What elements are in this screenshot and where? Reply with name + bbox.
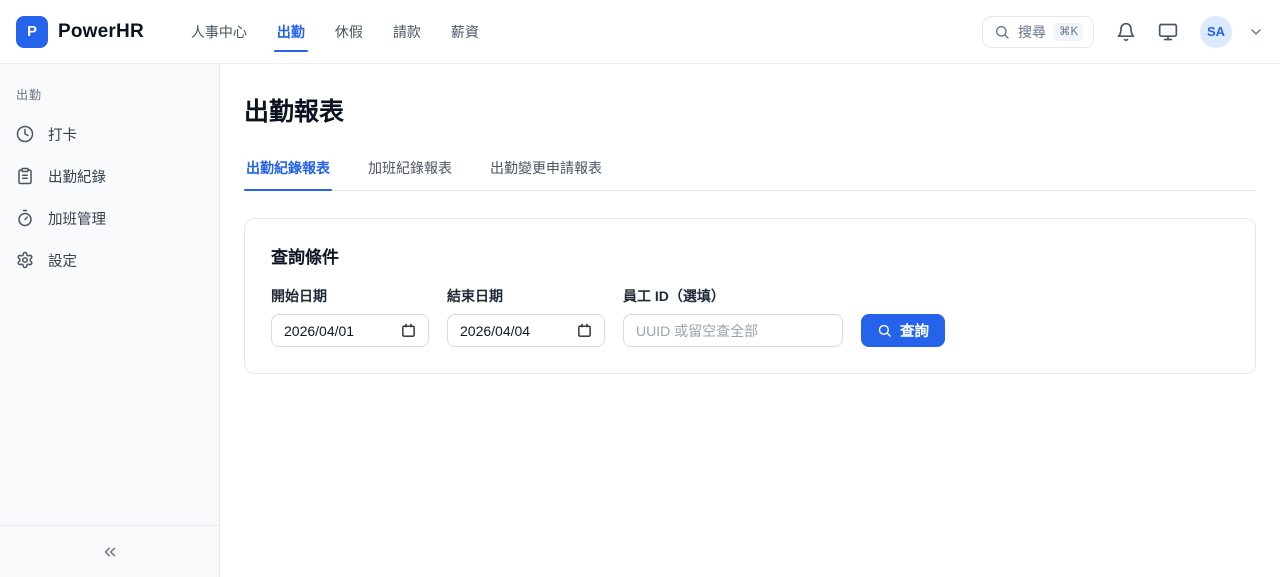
nav-item-payroll[interactable]: 薪資 xyxy=(450,16,480,48)
chevrons-left-icon xyxy=(101,543,119,561)
user-avatar[interactable]: SA xyxy=(1200,16,1232,48)
start-date-label: 開始日期 xyxy=(271,286,429,306)
sidebar: 出勤 打卡 出勤紀錄 加班管理 xyxy=(0,64,220,577)
sidebar-item-overtime[interactable]: 加班管理 xyxy=(0,197,219,239)
global-search-button[interactable]: 搜尋 ⌘K xyxy=(982,16,1094,48)
calendar-icon[interactable] xyxy=(577,323,592,338)
card-title: 查詢條件 xyxy=(271,243,1229,268)
sidebar-item-punch-clock[interactable]: 打卡 xyxy=(0,113,219,155)
end-date-input[interactable]: 2026/04/04 xyxy=(447,314,605,347)
sidebar-item-label: 打卡 xyxy=(48,124,77,145)
sidebar-collapse-button[interactable] xyxy=(95,537,125,567)
start-date-field: 開始日期 2026/04/01 xyxy=(271,286,429,347)
page-title: 出勤報表 xyxy=(244,92,1256,128)
sidebar-item-label: 設定 xyxy=(48,250,77,271)
notifications-bell-icon[interactable] xyxy=(1116,22,1136,42)
sidebar-item-settings[interactable]: 設定 xyxy=(0,239,219,281)
start-date-value: 2026/04/01 xyxy=(284,323,354,339)
top-navigation: 人事中心 出勤 休假 請款 薪資 xyxy=(190,0,480,63)
app-header: P PowerHR 人事中心 出勤 休假 請款 薪資 搜尋 ⌘K SA xyxy=(0,0,1280,64)
brand[interactable]: P PowerHR xyxy=(16,16,144,48)
calendar-icon[interactable] xyxy=(401,323,416,338)
clock-icon xyxy=(16,125,34,143)
end-date-field: 結束日期 2026/04/04 xyxy=(447,286,605,347)
chevron-down-icon[interactable] xyxy=(1248,24,1264,40)
nav-item-attendance[interactable]: 出勤 xyxy=(276,16,306,48)
sidebar-item-label: 出勤紀錄 xyxy=(48,166,106,187)
end-date-value: 2026/04/04 xyxy=(460,323,530,339)
header-actions: 搜尋 ⌘K SA xyxy=(982,16,1264,48)
sidebar-section-label: 出勤 xyxy=(0,64,219,113)
clipboard-icon xyxy=(16,167,34,185)
tab-attendance-record-report[interactable]: 出勤紀錄報表 xyxy=(244,159,332,190)
sidebar-item-label: 加班管理 xyxy=(48,208,106,229)
query-form: 開始日期 2026/04/01 結束日期 2026/04/04 xyxy=(271,286,1229,347)
nav-item-expense[interactable]: 請款 xyxy=(392,16,422,48)
nav-item-hr-center[interactable]: 人事中心 xyxy=(190,16,248,48)
report-tabs: 出勤紀錄報表 加班紀錄報表 出勤變更申請報表 xyxy=(244,159,1256,191)
nav-item-leave[interactable]: 休假 xyxy=(334,16,364,48)
tab-attendance-change-request-report[interactable]: 出勤變更申請報表 xyxy=(488,159,604,190)
employee-id-label: 員工 ID（選填） xyxy=(623,286,843,306)
end-date-label: 結束日期 xyxy=(447,286,605,306)
search-icon xyxy=(877,323,892,338)
gear-icon xyxy=(16,251,34,269)
start-date-input[interactable]: 2026/04/01 xyxy=(271,314,429,347)
tab-overtime-record-report[interactable]: 加班紀錄報表 xyxy=(366,159,454,190)
timer-icon xyxy=(16,209,34,227)
query-button[interactable]: 查詢 xyxy=(861,314,945,347)
sidebar-nav: 打卡 出勤紀錄 加班管理 設定 xyxy=(0,113,219,525)
query-button-label: 查詢 xyxy=(900,320,929,341)
query-conditions-card: 查詢條件 開始日期 2026/04/01 結束日期 2026/04/04 xyxy=(244,218,1256,374)
main-content: 出勤報表 出勤紀錄報表 加班紀錄報表 出勤變更申請報表 查詢條件 開始日期 20… xyxy=(220,64,1280,577)
sidebar-footer xyxy=(0,525,219,577)
employee-id-field: 員工 ID（選填） xyxy=(623,286,843,347)
search-icon xyxy=(994,24,1010,40)
search-label: 搜尋 xyxy=(1018,22,1046,42)
brand-name: PowerHR xyxy=(58,21,144,43)
monitor-icon[interactable] xyxy=(1158,22,1178,42)
sidebar-item-attendance-records[interactable]: 出勤紀錄 xyxy=(0,155,219,197)
brand-logo: P xyxy=(16,16,48,48)
search-shortcut-badge: ⌘K xyxy=(1054,23,1083,41)
employee-id-input[interactable] xyxy=(623,314,843,347)
